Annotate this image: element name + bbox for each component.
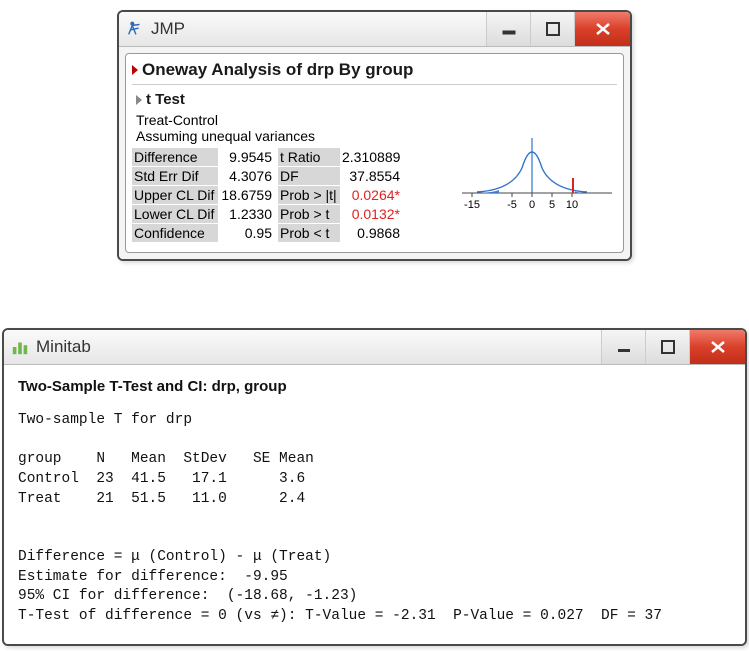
- maximize-button[interactable]: [530, 12, 574, 46]
- tick-label: 5: [549, 199, 555, 211]
- output-columns: group N Mean StDev SE Mean: [18, 451, 314, 467]
- maximize-button[interactable]: [645, 330, 689, 364]
- minitab-titlebar: Minitab: [4, 330, 745, 365]
- minitab-title: Minitab: [36, 337, 91, 357]
- comparison-label: Treat-Control: [132, 112, 451, 128]
- assumption-label: Assuming unequal variances: [132, 128, 451, 144]
- output-heading: Two-Sample T-Test and CI: drp, group: [18, 377, 731, 397]
- minitab-app-icon: [10, 337, 30, 357]
- minimize-button[interactable]: [601, 330, 645, 364]
- stat-label: Std Err Dif: [132, 167, 218, 185]
- output-line: 95% CI for difference: (-18.68, -1.23): [18, 588, 357, 604]
- panel-title: Oneway Analysis of drp By group: [142, 60, 413, 80]
- stat-value: 18.6759: [218, 186, 278, 204]
- tick-label: 10: [566, 199, 578, 211]
- minitab-window: Minitab Two-Sample T-Test and CI: drp, g…: [2, 328, 747, 646]
- section-title: t Test: [146, 91, 185, 108]
- disclosure-icon[interactable]: [132, 65, 138, 75]
- window-buttons: [601, 330, 745, 364]
- stat-label: Prob > |t|: [278, 186, 340, 204]
- output-line: Difference = μ (Control) - μ (Treat): [18, 549, 331, 565]
- close-button[interactable]: [574, 12, 630, 46]
- jmp-app-icon: [125, 19, 145, 39]
- jmp-title: JMP: [151, 19, 185, 39]
- jmp-window: JMP Oneway Analysis of drp By group t Te…: [117, 10, 632, 261]
- stat-label: Prob < t: [278, 224, 340, 242]
- output-line: T-Test of difference = 0 (vs ≠): T-Value…: [18, 608, 662, 624]
- close-button[interactable]: [689, 330, 745, 364]
- jmp-stat-table: Difference 9.9545 t Ratio 2.310889 Std E…: [132, 148, 451, 242]
- stat-value: 1.2330: [218, 205, 278, 223]
- stat-value: 37.8554: [340, 167, 404, 185]
- jmp-section-header[interactable]: t Test: [132, 89, 617, 112]
- minitab-output: Two-Sample T-Test and CI: drp, group Two-…: [4, 365, 745, 644]
- stat-label: Difference: [132, 148, 218, 166]
- stat-value: 2.310889: [340, 148, 404, 166]
- minimize-button[interactable]: [486, 12, 530, 46]
- window-buttons: [486, 12, 630, 46]
- stat-value: 0.95: [218, 224, 278, 242]
- jmp-panel: Oneway Analysis of drp By group t Test T…: [125, 53, 624, 253]
- jmp-titlebar: JMP: [119, 12, 630, 47]
- stat-label: t Ratio: [278, 148, 340, 166]
- stat-label: Lower CL Dif: [132, 205, 218, 223]
- stat-value: 9.9545: [218, 148, 278, 166]
- t-distribution-plot: -15 -5 0 5 10: [457, 128, 617, 218]
- stat-value-significant: 0.0132*: [340, 205, 404, 223]
- stat-label: Prob > t: [278, 205, 340, 223]
- tick-label: -15: [464, 199, 480, 211]
- stat-label: Confidence: [132, 224, 218, 242]
- output-line: Estimate for difference: -9.95: [18, 569, 288, 585]
- jmp-body: Oneway Analysis of drp By group t Test T…: [119, 47, 630, 259]
- stat-label: DF: [278, 167, 340, 185]
- output-row: Control 23 41.5 17.1 3.6: [18, 471, 305, 487]
- jmp-content: Treat-Control Assuming unequal variances…: [132, 112, 617, 242]
- jmp-panel-header[interactable]: Oneway Analysis of drp By group: [132, 58, 617, 85]
- output-row: Treat 21 51.5 11.0 2.4: [18, 491, 305, 507]
- stat-value: 4.3076: [218, 167, 278, 185]
- stat-value-significant: 0.0264*: [340, 186, 404, 204]
- tick-label: 0: [529, 199, 535, 211]
- jmp-stats: Treat-Control Assuming unequal variances…: [132, 112, 451, 242]
- stat-label: Upper CL Dif: [132, 186, 218, 204]
- tick-label: -5: [507, 199, 517, 211]
- disclosure-icon[interactable]: [136, 95, 142, 105]
- stat-value: 0.9868: [340, 224, 404, 242]
- output-line: Two-sample T for drp: [18, 412, 192, 428]
